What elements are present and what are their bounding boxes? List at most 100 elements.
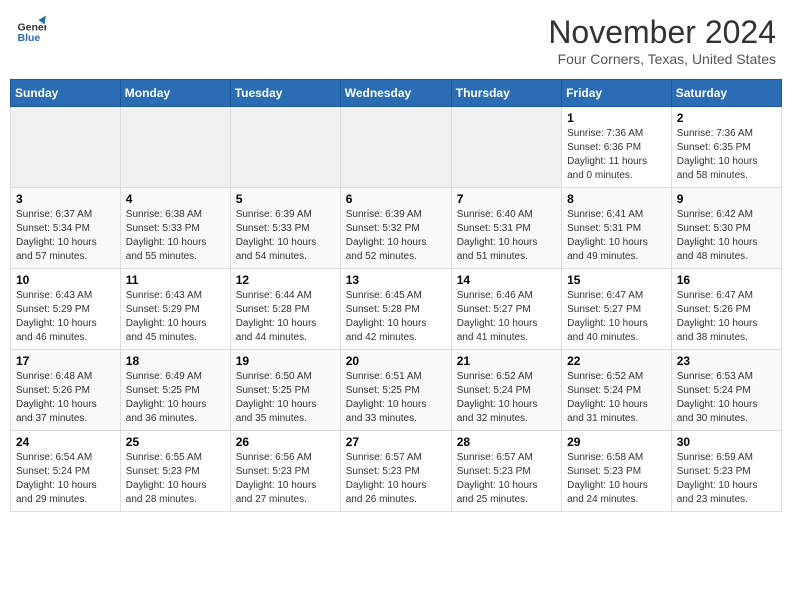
day-number: 9 <box>677 192 776 206</box>
day-number: 26 <box>236 435 335 449</box>
calendar-cell: 4Sunrise: 6:38 AMSunset: 5:33 PMDaylight… <box>120 188 230 269</box>
day-info: Sunrise: 6:39 AMSunset: 5:33 PMDaylight:… <box>236 208 335 264</box>
calendar-cell: 24 Sunrise: 6:54 AMSunset: 5:24 PMDayligh… <box>11 431 121 512</box>
day-number: 14 <box>457 273 556 287</box>
calendar-cell: 30 Sunrise: 6:59 AMSunset: 5:23 PMDayligh… <box>671 431 781 512</box>
calendar-cell: 13 Sunrise: 6:45 AMSunset: 5:28 PMDayligh… <box>340 269 451 350</box>
calendar-cell <box>451 107 561 188</box>
calendar-cell: 18Sunrise: 6:49 AMSunset: 5:25 PMDayligh… <box>120 350 230 431</box>
weekday-header-monday: Monday <box>120 80 230 107</box>
day-number: 6 <box>346 192 446 206</box>
day-number: 19 <box>236 354 335 368</box>
calendar-cell: 25 Sunrise: 6:55 AMSunset: 5:23 PMDayligh… <box>120 431 230 512</box>
day-info: Sunrise: 6:48 AMSunset: 5:26 PMDaylight:… <box>16 370 115 426</box>
calendar-cell: 22 Sunrise: 6:52 AMSunset: 5:24 PMDayligh… <box>562 350 672 431</box>
weekday-header-friday: Friday <box>562 80 672 107</box>
day-number: 11 <box>126 273 225 287</box>
day-number: 28 <box>457 435 556 449</box>
calendar-cell: 28 Sunrise: 6:57 AMSunset: 5:23 PMDayligh… <box>451 431 561 512</box>
day-info: Sunrise: 6:50 AMSunset: 5:25 PMDaylight:… <box>236 370 335 426</box>
calendar-cell: 5 Sunrise: 6:39 AMSunset: 5:33 PMDaylight… <box>230 188 340 269</box>
day-number: 22 <box>567 354 666 368</box>
day-number: 27 <box>346 435 446 449</box>
calendar-cell: 6Sunrise: 6:39 AMSunset: 5:32 PMDaylight… <box>340 188 451 269</box>
calendar-cell: 21 Sunrise: 6:52 AMSunset: 5:24 PMDayligh… <box>451 350 561 431</box>
calendar-cell: 16Sunrise: 6:47 AMSunset: 5:26 PMDayligh… <box>671 269 781 350</box>
day-number: 23 <box>677 354 776 368</box>
calendar-cell: 15Sunrise: 6:47 AMSunset: 5:27 PMDayligh… <box>562 269 672 350</box>
calendar-week-2: 3 Sunrise: 6:37 AMSunset: 5:34 PMDaylight… <box>11 188 782 269</box>
day-number: 2 <box>677 111 776 125</box>
calendar-cell: 17 Sunrise: 6:48 AMSunset: 5:26 PMDayligh… <box>11 350 121 431</box>
day-info: Sunrise: 6:56 AMSunset: 5:23 PMDaylight:… <box>236 451 335 507</box>
weekday-header-tuesday: Tuesday <box>230 80 340 107</box>
calendar: SundayMondayTuesdayWednesdayThursdayFrid… <box>10 79 782 512</box>
calendar-cell: 23 Sunrise: 6:53 AMSunset: 5:24 PMDayligh… <box>671 350 781 431</box>
day-info: Sunrise: 6:58 AMSunset: 5:23 PMDaylight:… <box>567 451 666 507</box>
calendar-cell: 14 Sunrise: 6:46 AMSunset: 5:27 PMDayligh… <box>451 269 561 350</box>
calendar-cell: 20 Sunrise: 6:51 AMSunset: 5:25 PMDayligh… <box>340 350 451 431</box>
calendar-cell <box>11 107 121 188</box>
day-info: Sunrise: 6:55 AMSunset: 5:23 PMDaylight:… <box>126 451 225 507</box>
calendar-cell: 11 Sunrise: 6:43 AMSunset: 5:29 PMDayligh… <box>120 269 230 350</box>
day-info: Sunrise: 6:52 AMSunset: 5:24 PMDaylight:… <box>457 370 556 426</box>
day-number: 30 <box>677 435 776 449</box>
day-number: 8 <box>567 192 666 206</box>
day-number: 4 <box>126 192 225 206</box>
svg-text:Blue: Blue <box>18 32 41 44</box>
day-number: 16 <box>677 273 776 287</box>
day-info: Sunrise: 6:57 AMSunset: 5:23 PMDaylight:… <box>346 451 446 507</box>
weekday-header-sunday: Sunday <box>11 80 121 107</box>
day-info: Sunrise: 6:53 AMSunset: 5:24 PMDaylight:… <box>677 370 776 426</box>
day-number: 7 <box>457 192 556 206</box>
day-info: Sunrise: 6:42 AMSunset: 5:30 PMDaylight:… <box>677 208 776 264</box>
weekday-header-saturday: Saturday <box>671 80 781 107</box>
day-number: 21 <box>457 354 556 368</box>
day-info: Sunrise: 6:37 AMSunset: 5:34 PMDaylight:… <box>16 208 115 264</box>
day-info: Sunrise: 6:57 AMSunset: 5:23 PMDaylight:… <box>457 451 556 507</box>
day-number: 20 <box>346 354 446 368</box>
day-number: 1 <box>567 111 666 125</box>
day-number: 15 <box>567 273 666 287</box>
day-info: Sunrise: 7:36 AMSunset: 6:35 PMDaylight:… <box>677 127 776 183</box>
logo: General Blue <box>16 14 48 44</box>
day-info: Sunrise: 6:40 AMSunset: 5:31 PMDaylight:… <box>457 208 556 264</box>
day-info: Sunrise: 6:43 AMSunset: 5:29 PMDaylight:… <box>126 289 225 345</box>
day-number: 5 <box>236 192 335 206</box>
calendar-cell: 27 Sunrise: 6:57 AMSunset: 5:23 PMDayligh… <box>340 431 451 512</box>
day-info: Sunrise: 6:52 AMSunset: 5:24 PMDaylight:… <box>567 370 666 426</box>
day-number: 24 <box>16 435 115 449</box>
calendar-cell <box>230 107 340 188</box>
day-info: Sunrise: 6:46 AMSunset: 5:27 PMDaylight:… <box>457 289 556 345</box>
day-number: 3 <box>16 192 115 206</box>
location-subtitle: Four Corners, Texas, United States <box>548 51 776 67</box>
calendar-cell <box>120 107 230 188</box>
day-number: 25 <box>126 435 225 449</box>
day-info: Sunrise: 6:54 AMSunset: 5:24 PMDaylight:… <box>16 451 115 507</box>
calendar-week-1: 1 Sunrise: 7:36 AMSunset: 6:36 PMDaylight… <box>11 107 782 188</box>
calendar-cell: 26 Sunrise: 6:56 AMSunset: 5:23 PMDayligh… <box>230 431 340 512</box>
day-number: 18 <box>126 354 225 368</box>
calendar-cell: 10Sunrise: 6:43 AMSunset: 5:29 PMDayligh… <box>11 269 121 350</box>
calendar-week-3: 10 Sunrise: 6:43 AMSunset: 5:29 PMDayligh… <box>11 269 782 350</box>
day-info: Sunrise: 6:51 AMSunset: 5:25 PMDaylight:… <box>346 370 446 426</box>
calendar-cell: 9 Sunrise: 6:42 AMSunset: 5:30 PMDaylight… <box>671 188 781 269</box>
day-info: Sunrise: 6:45 AMSunset: 5:28 PMDaylight:… <box>346 289 446 345</box>
day-number: 13 <box>346 273 446 287</box>
logo-icon: General Blue <box>16 14 46 44</box>
calendar-cell: 1 Sunrise: 7:36 AMSunset: 6:36 PMDaylight… <box>562 107 672 188</box>
day-info: Sunrise: 7:36 AMSunset: 6:36 PMDaylight:… <box>567 127 666 183</box>
weekday-header-wednesday: Wednesday <box>340 80 451 107</box>
day-info: Sunrise: 6:59 AMSunset: 5:23 PMDaylight:… <box>677 451 776 507</box>
weekday-header-thursday: Thursday <box>451 80 561 107</box>
header: General Blue November 2024 Four Corners,… <box>10 10 782 71</box>
calendar-cell: 2 Sunrise: 7:36 AMSunset: 6:35 PMDaylight… <box>671 107 781 188</box>
day-info: Sunrise: 6:44 AMSunset: 5:28 PMDaylight:… <box>236 289 335 345</box>
calendar-cell <box>340 107 451 188</box>
month-title: November 2024 <box>548 14 776 51</box>
day-number: 17 <box>16 354 115 368</box>
day-info: Sunrise: 6:41 AMSunset: 5:31 PMDaylight:… <box>567 208 666 264</box>
day-number: 10 <box>16 273 115 287</box>
title-area: November 2024 Four Corners, Texas, Unite… <box>548 14 776 67</box>
calendar-cell: 3 Sunrise: 6:37 AMSunset: 5:34 PMDaylight… <box>11 188 121 269</box>
